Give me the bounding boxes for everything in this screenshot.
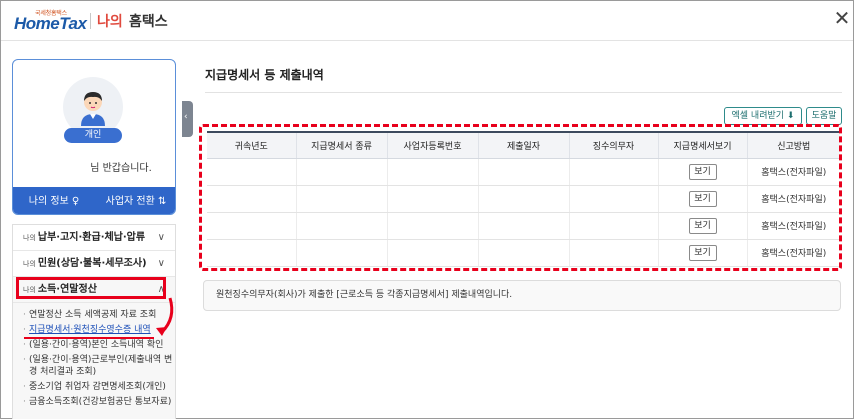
user-type-badge: 개인 xyxy=(64,128,122,143)
pointer-arrow-icon xyxy=(156,297,174,336)
my-info-button[interactable]: 나의 정보 ♀ xyxy=(13,187,95,214)
close-icon[interactable]: ✕ xyxy=(833,8,851,28)
greeting-text: 님 반갑습니다. xyxy=(90,163,152,174)
chevron-down-icon: ∨ xyxy=(157,258,165,269)
chevron-left-icon: ‹ xyxy=(184,112,188,122)
menu-item-payment[interactable]: 나의 납부·고지·환급·체납·압류 ∨ xyxy=(13,225,175,251)
menu-prefix: 나의 xyxy=(23,260,36,268)
header-divider xyxy=(90,13,91,29)
logo-text: HomeTax xyxy=(14,14,87,33)
menu-prefix: 나의 xyxy=(23,234,36,242)
switch-to-business-button[interactable]: 사업자 전환 ⇅ xyxy=(95,187,175,214)
submenu-item[interactable]: (일용·간이·용역)본인 소득내역 확인 xyxy=(23,339,175,351)
highlight-box-table xyxy=(199,124,842,271)
menu-item-civil-affairs[interactable]: 나의 민원(상담·불복·세무조사) ∨ xyxy=(13,251,175,277)
profile-card: 개인 님 반갑습니다. 나의 정보 ♀ 사업자 전환 ⇅ xyxy=(12,59,176,215)
brand-hometax-label: 홈택스 xyxy=(129,14,168,30)
sidebar-collapse-button[interactable]: ‹ xyxy=(182,101,193,137)
info-notice: 원천징수의무자(회사)가 제출한 [근로소득 등 각종지급명세서] 제출내역입니… xyxy=(203,280,841,311)
help-button[interactable]: 도움말 xyxy=(806,107,842,125)
submenu-item[interactable]: (일용·간이·용역)근로부인(제출내역 변경 처리결과 조회) xyxy=(23,354,175,378)
highlight-underline xyxy=(24,337,154,339)
chevron-down-icon: ∨ xyxy=(157,232,165,243)
hometax-logo[interactable]: 국세청홈택스 HomeTax xyxy=(14,8,94,34)
profile-actions: 나의 정보 ♀ 사업자 전환 ⇅ xyxy=(13,187,175,214)
user-avatar-icon xyxy=(81,92,105,126)
highlight-box-menu xyxy=(16,277,166,299)
brand-mine-label: 나의 xyxy=(97,14,123,30)
submenu-item[interactable]: 금융소득조회(건강보험공단 통보자료) xyxy=(23,396,175,408)
title-divider xyxy=(205,92,842,93)
menu-item-label: 납부·고지·환급·체납·압류 xyxy=(37,232,146,243)
submenu-item[interactable]: 중소기업 취업자 감면명세조회(개인) xyxy=(23,381,175,393)
menu-item-label: 민원(상담·불복·세무조사) xyxy=(37,258,147,269)
excel-download-button[interactable]: 엑셀 내려받기 ⬇ xyxy=(724,107,802,125)
page-title: 지급명세서 등 제출내역 xyxy=(205,68,324,82)
top-header: 국세청홈택스 HomeTax 나의 홈택스 ✕ xyxy=(1,1,853,41)
